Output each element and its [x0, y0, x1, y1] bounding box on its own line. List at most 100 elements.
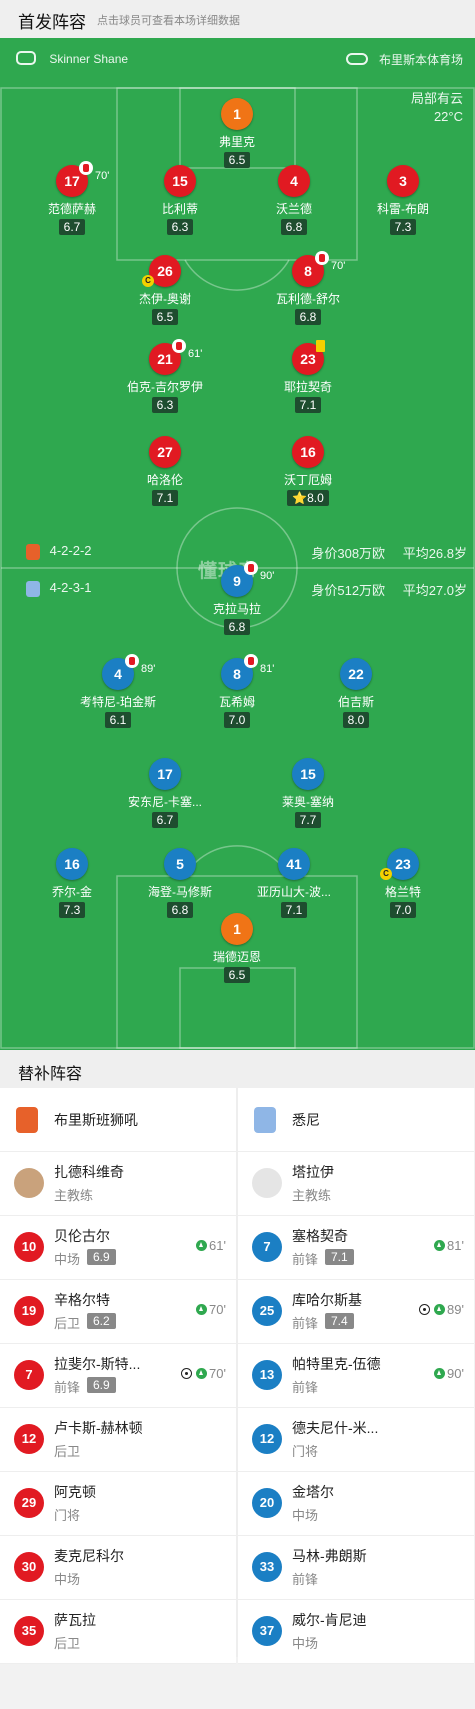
minute-text: 70' [209, 1302, 226, 1317]
player-number: 4 89' [102, 654, 155, 690]
player-marker[interactable]: 17 70' 范德萨赫 6.7 [12, 161, 132, 236]
sub-player-row[interactable]: 10 贝伦古尔 中场 6.9 61' [0, 1216, 236, 1280]
player-rating: 7.0 [389, 902, 417, 918]
rating-value: 7.1 [156, 491, 174, 505]
rating-value: 6.5 [156, 310, 174, 324]
coach-avatar-placeholder [252, 1168, 282, 1198]
minute-text: 89' [447, 1302, 464, 1317]
whistle-icon [16, 51, 36, 65]
sub-on-minute: 81' [434, 1238, 464, 1253]
player-marker[interactable]: 9 90' 克拉马拉 6.8 [177, 561, 297, 636]
player-marker[interactable]: 3 科雷-布朗 7.3 [343, 165, 463, 236]
player-marker[interactable]: 15 比利蒂 6.3 [120, 165, 240, 236]
sub-player-row[interactable]: 7 塞格契奇 前锋 7.1 81' [238, 1216, 474, 1280]
player-marker[interactable]: 16 沃丁厄姆 ⭐8.0 [248, 436, 368, 507]
rating-value: 7.0 [394, 903, 412, 917]
player-rating: 7.1 [294, 397, 322, 413]
away-subs-column: 悉尼 塔拉伊 主教练 7 塞格契奇 前锋 7.1 81' 25 库哈尔斯基 前锋 7.4 89' 1… [238, 1088, 474, 1664]
player-marker[interactable]: 21 61' 伯克-吉尔罗伊 6.3 [105, 339, 225, 414]
player-marker[interactable]: 23 C 格兰特 7.0 [343, 848, 463, 919]
player-name: 弗里克 [218, 135, 255, 149]
rating-value: 6.1 [109, 713, 127, 727]
player-name: 瓦希姆 [218, 695, 255, 709]
sub-player-row[interactable]: 12 卢卡斯-赫林顿 后卫 [0, 1408, 236, 1472]
player-marker[interactable]: 1 弗里克 6.5 [177, 98, 297, 169]
goal-ball-icon [419, 1304, 431, 1315]
sub-player-row[interactable]: 37 威尔-肯尼迪 中场 [238, 1600, 474, 1664]
sub-player-row[interactable]: 25 库哈尔斯基 前锋 7.4 89' [238, 1280, 474, 1344]
player-number: 22 [340, 658, 372, 690]
player-marker[interactable]: 4 沃兰德 6.8 [234, 165, 354, 236]
home-value: 身价308万欧 [311, 546, 386, 561]
lineup-header: 首发阵容 点击球员可查看本场详细数据 [0, 0, 475, 38]
sub-off-icon [244, 654, 258, 668]
sub-player-row[interactable]: 19 辛格尔特 后卫 6.2 70' [0, 1280, 236, 1344]
player-rating: ⭐8.0 [287, 490, 329, 506]
rating-value: 7.7 [299, 813, 317, 827]
sub-number: 25 [252, 1296, 282, 1326]
sub-name: 麦克尼科尔 [54, 1548, 124, 1564]
player-name: 哈洛伦 [146, 473, 183, 487]
home-avg-age: 平均26.8岁 [402, 546, 467, 561]
player-rating: 6.7 [151, 812, 179, 828]
sub-position: 后卫 [54, 1316, 81, 1331]
player-marker[interactable]: 5 海登-马修斯 6.8 [120, 848, 240, 919]
sub-on-minute: 70' [181, 1366, 226, 1381]
sub-player-row[interactable]: 33 马林-弗朗斯 前锋 [238, 1536, 474, 1600]
player-marker[interactable]: 22 伯吉斯 8.0 [296, 658, 416, 729]
home-team-badge-icon [26, 543, 40, 560]
sub-player-row[interactable]: 13 帕特里克-伍德 前锋 90' [238, 1344, 474, 1408]
sub-position: 前锋 [292, 1316, 319, 1331]
sub-position: 门将 [54, 1508, 81, 1523]
sub-player-row[interactable]: 20 金塔尔 中场 [238, 1472, 474, 1536]
sub-position: 门将 [292, 1444, 319, 1459]
rating-value: 6.5 [228, 968, 246, 982]
rating-value: 7.0 [228, 713, 246, 727]
sub-player-row[interactable]: 12 德夫尼什-米... 门将 [238, 1408, 474, 1472]
sub-player-row[interactable]: 30 麦克尼科尔 中场 [0, 1536, 236, 1600]
away-team-row[interactable]: 悉尼 [238, 1088, 474, 1152]
rating-value: 6.7 [63, 220, 81, 234]
player-number: 17 [149, 758, 181, 790]
sub-player-row[interactable]: 7 拉斐尔-斯特... 前锋 6.9 70' [0, 1344, 236, 1408]
sub-name: 辛格尔特 [54, 1292, 110, 1308]
player-name: 耶拉契奇 [283, 380, 332, 394]
player-rating: 6.8 [223, 619, 251, 635]
player-number: 4 [278, 165, 310, 197]
yellow-card-icon [316, 340, 325, 352]
player-name: 安东尼-卡塞... [128, 795, 202, 809]
away-coach-name: 塔拉伊 [292, 1164, 334, 1180]
player-marker[interactable]: 17 安东尼-卡塞... 6.7 [105, 758, 225, 829]
sub-number: 20 [252, 1488, 282, 1518]
player-marker[interactable]: 27 哈洛伦 7.1 [105, 436, 225, 507]
player-marker[interactable]: 41 亚历山大-波... 7.1 [234, 848, 354, 919]
player-marker[interactable]: 23 耶拉契奇 7.1 [248, 340, 368, 414]
player-name: 亚历山大-波... [257, 885, 331, 899]
sub-player-row[interactable]: 35 萨瓦拉 后卫 [0, 1600, 236, 1664]
player-marker[interactable]: 8 70' 瓦利德-舒尔 6.8 [248, 251, 368, 326]
home-team-row[interactable]: 布里斯班狮吼 [0, 1088, 236, 1152]
player-marker[interactable]: 15 莱奥-塞纳 7.7 [248, 758, 368, 829]
sub-name: 卢卡斯-赫林顿 [54, 1420, 143, 1436]
player-number: 1 [221, 98, 253, 130]
sub-name: 贝伦古尔 [54, 1228, 110, 1244]
referee-info: Skinner Shane [16, 51, 128, 66]
player-name: 沃丁厄姆 [283, 473, 332, 487]
sub-minute: 81' [260, 663, 275, 675]
sub-position: 中场 [292, 1636, 319, 1651]
player-rating: 6.1 [104, 712, 132, 728]
away-coach-row[interactable]: 塔拉伊 主教练 [238, 1152, 474, 1216]
home-coach-row[interactable]: 扎德科维奇 主教练 [0, 1152, 236, 1216]
sub-rating: 7.4 [325, 1313, 354, 1329]
player-name: 克拉马拉 [212, 602, 261, 616]
player-marker[interactable]: 16 乔尔-金 7.3 [12, 848, 132, 919]
player-marker[interactable]: 8 81' 瓦希姆 7.0 [177, 654, 297, 729]
away-team-badge-icon [26, 580, 40, 597]
lineup-title: 首发阵容 [18, 13, 86, 32]
player-marker[interactable]: 4 89' 考特尼-珀金斯 6.1 [58, 654, 178, 729]
player-marker[interactable]: 26 C 杰伊-奥谢 6.5 [105, 255, 225, 326]
away-team-name: 悉尼 [292, 1112, 320, 1128]
player-rating: 6.7 [58, 219, 86, 235]
player-marker[interactable]: 1 瑞德迈恩 6.5 [177, 913, 297, 984]
sub-player-row[interactable]: 29 阿克顿 门将 [0, 1472, 236, 1536]
